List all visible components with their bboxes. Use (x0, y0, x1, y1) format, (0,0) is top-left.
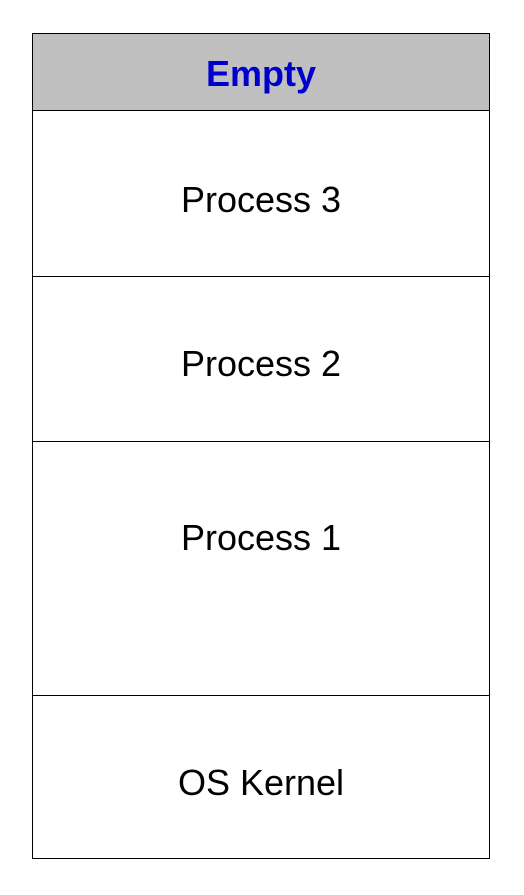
process-1-label: Process 1 (180, 517, 342, 558)
process-2-label: Process 2 (180, 343, 342, 384)
os-kernel-label: OS Kernel (177, 762, 345, 803)
process-2-block: Process 2 (33, 276, 489, 441)
process-1-block: Process 1 (33, 441, 489, 695)
process-3-block: Process 3 (33, 110, 489, 276)
empty-block: Empty (33, 34, 489, 111)
empty-label: Empty (205, 53, 317, 94)
os-kernel-block: OS Kernel (33, 695, 489, 858)
memory-layout-diagram: Empty Process 3 Process 2 Process 1 OS K… (32, 33, 490, 859)
process-3-label: Process 3 (180, 179, 342, 220)
